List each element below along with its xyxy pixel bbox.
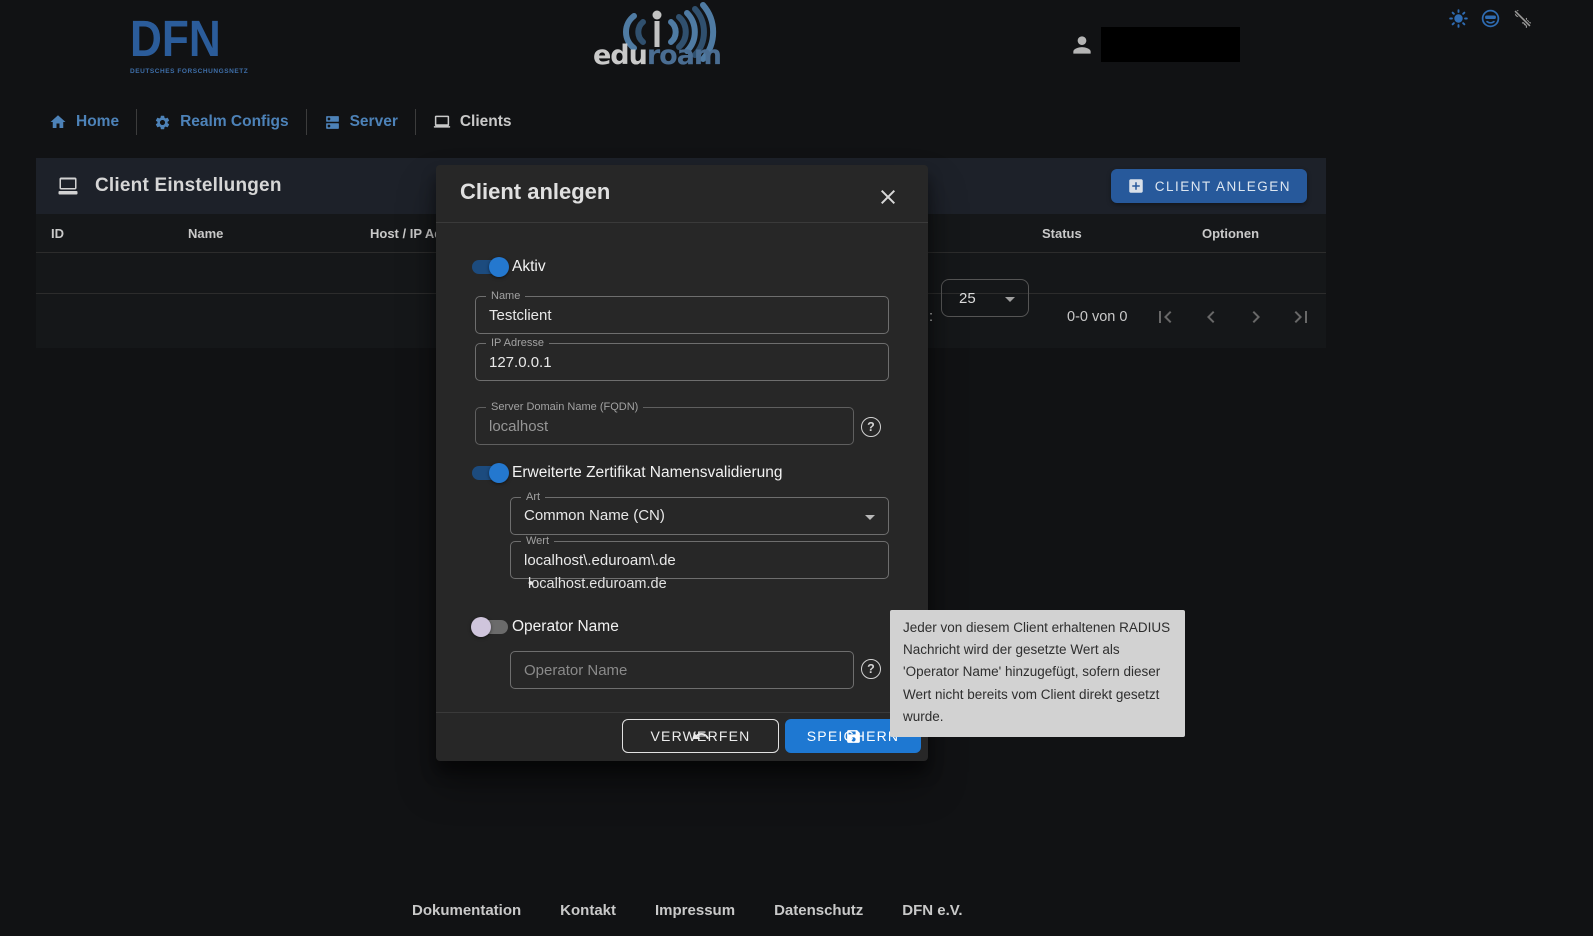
operator-name-field (510, 651, 854, 689)
nav-label: Server (350, 113, 398, 131)
wert-input[interactable] (511, 542, 888, 578)
nav-item-realm-configs[interactable]: Realm Configs (137, 107, 306, 137)
column-header-status: Status (1042, 226, 1082, 241)
footer-link-dokumentation[interactable]: Dokumentation (412, 902, 521, 919)
chevron-down-icon (858, 505, 882, 529)
pagination-range: 0-0 von 0 (1067, 309, 1127, 325)
dfn-logo-subtitle: DEUTSCHES FORSCHUNGSNETZ (130, 68, 248, 75)
svg-text:eduroam: eduroam (593, 40, 721, 71)
chevron-down-icon (998, 287, 1022, 311)
toggle-knob (489, 257, 509, 277)
wert-field-label: Wert (521, 535, 554, 547)
column-header-optionen: Optionen (1202, 226, 1259, 241)
discard-button[interactable]: VERWERFEN (622, 719, 779, 753)
server-icon (324, 114, 341, 131)
home-icon (49, 113, 67, 131)
toggle-knob (471, 617, 491, 637)
fqdn-input (476, 408, 853, 444)
nav-item-clients[interactable]: Clients (416, 107, 529, 137)
aktiv-toggle-label: Aktiv (512, 258, 546, 276)
dialog-title: Client anlegen (460, 179, 610, 205)
ip-input[interactable] (476, 344, 888, 380)
fqdn-help-icon[interactable]: ? (861, 417, 881, 437)
name-input[interactable] (476, 297, 888, 333)
eduroam-logo[interactable]: eduroam (572, 2, 750, 77)
computer-icon (55, 174, 81, 198)
name-field: Name (475, 296, 889, 334)
main-nav: Home Realm Configs Server Clients (49, 107, 529, 137)
column-header-id: ID (51, 226, 64, 241)
discard-button-label: VERWERFEN (651, 728, 751, 744)
night-mode-off-icon[interactable] (1512, 8, 1533, 29)
eduroam-text-edu: edu (593, 40, 647, 71)
footer-link-kontakt[interactable]: Kontakt (560, 902, 616, 919)
operator-name-tooltip: Jeder von diesem Client erhaltenen RADIU… (890, 610, 1185, 737)
create-client-dialog: Client anlegen Aktiv Name IP Adresse Ser… (436, 165, 928, 761)
first-page-icon[interactable] (1153, 305, 1177, 329)
art-select-value: Common Name (CN) (511, 498, 888, 534)
footer-link-datenschutz[interactable]: Datenschutz (774, 902, 863, 919)
ip-field: IP Adresse (475, 343, 889, 381)
fqdn-field: Server Domain Name (FQDN) (475, 407, 854, 445)
column-header-name: Name (188, 226, 223, 241)
footer: Dokumentation Kontakt Impressum Datensch… (412, 902, 963, 919)
name-field-label: Name (486, 290, 525, 302)
nav-item-server[interactable]: Server (307, 107, 415, 137)
dfn-logo-text: DFN (130, 12, 244, 65)
cool-face-icon[interactable] (1480, 8, 1501, 29)
prev-page-icon[interactable] (1199, 305, 1223, 329)
cert-validation-toggle-label: Erweiterte Zertifikat Namensvalidierung (512, 464, 783, 482)
username-redacted (1101, 27, 1240, 62)
nav-item-home[interactable]: Home (49, 107, 136, 137)
light-theme-icon[interactable] (1448, 8, 1469, 29)
last-page-icon[interactable] (1289, 305, 1313, 329)
wert-field: Wert (510, 541, 889, 579)
theme-icon-group (1448, 8, 1533, 29)
operator-name-input[interactable] (511, 652, 853, 688)
operator-help-icon[interactable]: ? (861, 659, 881, 679)
create-client-label: CLIENT ANLEGEN (1155, 179, 1291, 194)
rows-per-page-value: 25 (959, 290, 976, 307)
eduroam-wifi-arcs-icon: eduroam (572, 2, 750, 72)
rows-per-page-label: : (929, 309, 933, 325)
operator-name-toggle-label: Operator Name (512, 618, 619, 636)
clients-icon (433, 113, 451, 131)
gear-icon (154, 114, 171, 131)
art-select-label: Art (521, 491, 545, 503)
fqdn-field-label: Server Domain Name (FQDN) (486, 401, 643, 413)
dialog-title-divider (436, 222, 928, 223)
ip-field-label: IP Adresse (486, 337, 549, 349)
add-box-icon (1127, 177, 1145, 195)
user-icon (1069, 32, 1095, 58)
dialog-footer-divider (436, 712, 928, 713)
nav-label: Home (76, 113, 119, 131)
operator-name-toggle[interactable] (472, 620, 508, 634)
rows-per-page-select[interactable]: 25 (941, 279, 1029, 317)
toggle-knob (489, 463, 509, 483)
art-select[interactable]: Art Common Name (CN) (510, 497, 889, 535)
next-page-icon[interactable] (1244, 305, 1268, 329)
resolved-name-text: localhost.eduroam.de (528, 576, 667, 592)
page-title: Client Einstellungen (95, 175, 282, 197)
create-client-button[interactable]: CLIENT ANLEGEN (1111, 169, 1307, 203)
dfn-logo[interactable]: DFN DEUTSCHES FORSCHUNGSNETZ (130, 12, 248, 75)
close-icon[interactable] (876, 185, 900, 209)
aktiv-toggle[interactable] (472, 260, 508, 274)
footer-link-impressum[interactable]: Impressum (655, 902, 735, 919)
cert-validation-toggle[interactable] (472, 466, 508, 480)
user-menu[interactable] (1069, 27, 1240, 62)
nav-label: Clients (460, 113, 512, 131)
save-button-label: SPEICHERN (807, 728, 899, 744)
eduroam-text-roam: roam (647, 40, 721, 71)
nav-label: Realm Configs (180, 113, 289, 131)
footer-link-dfn-ev[interactable]: DFN e.V. (902, 902, 962, 919)
